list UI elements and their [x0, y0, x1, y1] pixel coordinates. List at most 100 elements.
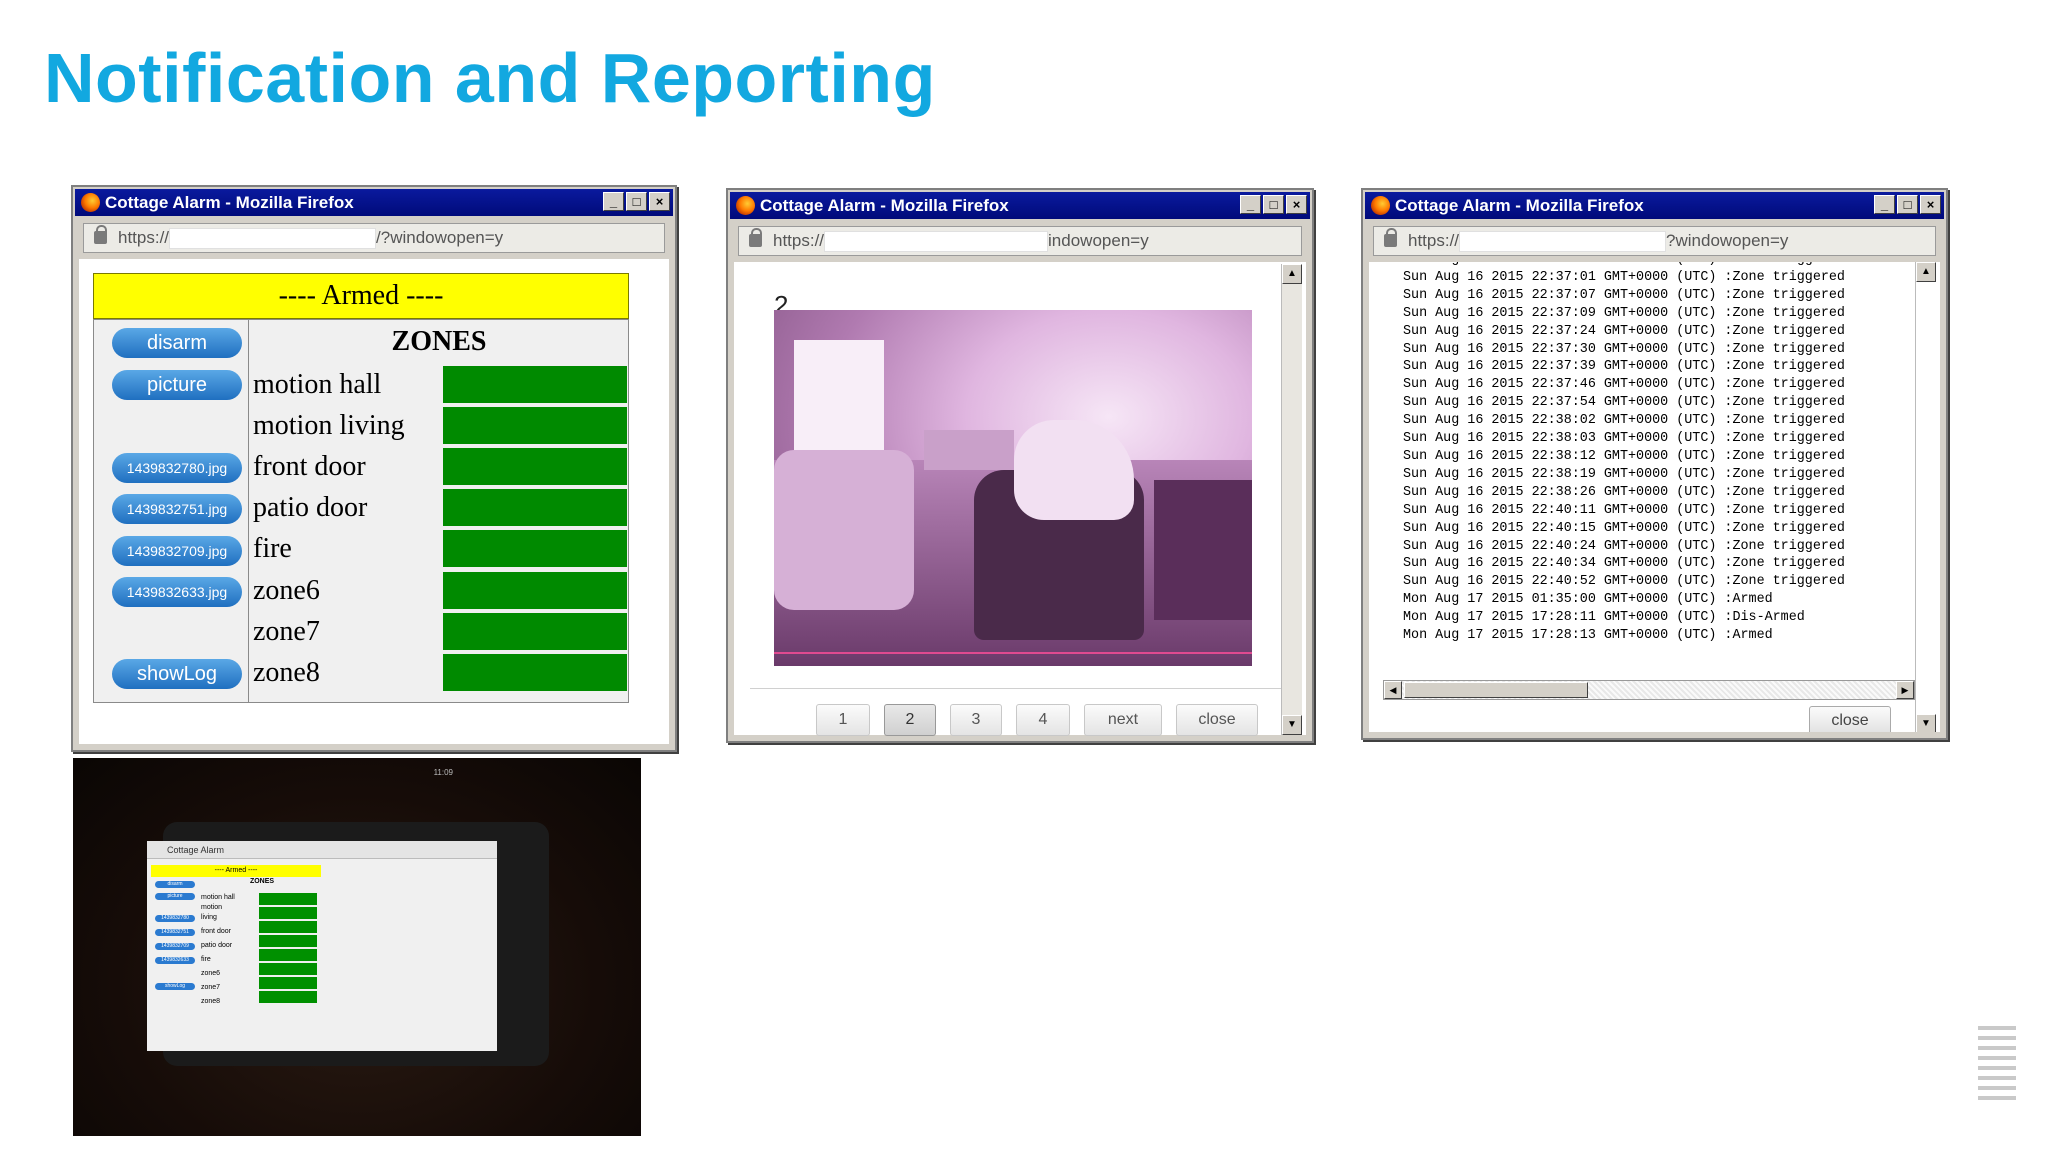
- log-line: Sun Aug 16 2015 22:38:12 GMT+0000 (UTC) …: [1403, 448, 1845, 464]
- mobile-zone-indicator: [259, 949, 317, 961]
- mobile-button[interactable]: picture: [155, 893, 195, 900]
- mobile-button[interactable]: showLog: [155, 983, 195, 990]
- zone-row: motion living: [249, 405, 629, 446]
- vertical-scrollbar[interactable]: ▲ ▼: [1915, 262, 1936, 732]
- firefox-icon: [1371, 196, 1390, 215]
- log-line: Sun Aug 16 2015 22:37:09 GMT+0000 (UTC) …: [1403, 305, 1845, 321]
- zone-status-indicator: [443, 366, 627, 403]
- close-window-button[interactable]: ×: [649, 192, 670, 211]
- log-line: Sun Aug 16 2015 22:37:24 GMT+0000 (UTC) …: [1403, 323, 1845, 339]
- image-link-button[interactable]: 1439832709.jpg: [112, 536, 242, 566]
- window-title: Cottage Alarm - Mozilla Firefox: [760, 196, 1009, 215]
- scroll-down-button[interactable]: ▼: [1282, 715, 1302, 735]
- window-titlebar[interactable]: Cottage Alarm - Mozilla Firefox _ □ ×: [75, 189, 673, 216]
- showlog-button[interactable]: showLog: [112, 659, 242, 689]
- mobile-button[interactable]: 1439832780: [155, 915, 195, 922]
- zone-row: zone6: [249, 570, 629, 611]
- image-link-button[interactable]: 1439832780.jpg: [112, 453, 242, 483]
- next-button[interactable]: next: [1084, 704, 1162, 736]
- log-line: Sun Aug 16 2015 22:38:03 GMT+0000 (UTC) …: [1403, 431, 1845, 447]
- log-line: Sun Aug 16 2015 22:38:19 GMT+0000 (UTC) …: [1403, 466, 1845, 482]
- mobile-zones-header: ZONES: [249, 878, 275, 885]
- log-line: Sun Aug 16 2015 22:38:02 GMT+0000 (UTC) …: [1403, 413, 1845, 429]
- scroll-up-button[interactable]: ▲: [1916, 262, 1936, 282]
- mobile-zone-indicator: [259, 935, 317, 947]
- scroll-up-button[interactable]: ▲: [1282, 264, 1302, 284]
- lock-icon: [94, 225, 107, 244]
- minimize-button[interactable]: _: [1240, 195, 1261, 214]
- log-line: Sun Aug 16 2015 22:37:01 GMT+0000 (UTC) …: [1403, 269, 1845, 285]
- slide-title: Notification and Reporting: [44, 39, 936, 117]
- log-line: Sun Aug 16 2015 22:40:34 GMT+0000 (UTC) …: [1403, 556, 1845, 572]
- page-button[interactable]: 3: [950, 704, 1002, 736]
- maximize-button[interactable]: □: [626, 192, 647, 211]
- window-titlebar[interactable]: Cottage Alarm - Mozilla Firefox _ □ ×: [1365, 192, 1944, 219]
- url-bar[interactable]: https:// indowopen=y: [738, 226, 1302, 256]
- mobile-zone-label: living: [201, 914, 217, 921]
- url-redacted: [824, 231, 1049, 253]
- mobile-zone-indicator: [259, 893, 317, 905]
- log-line: Mon Aug 17 2015 17:28:13 GMT+0000 (UTC) …: [1403, 628, 1773, 644]
- mobile-button[interactable]: 1439832633: [155, 957, 195, 964]
- log-line: Sun Aug 16 2015 22:37:07 GMT+0000 (UTC) …: [1403, 287, 1845, 303]
- mobile-zone-label: zone7: [201, 984, 221, 991]
- mobile-zone-indicator: [259, 907, 317, 919]
- mobile-button[interactable]: 1439832751: [155, 929, 195, 936]
- mobile-zone-label: patio door: [201, 942, 233, 949]
- image-link-button[interactable]: 1439832751.jpg: [112, 494, 242, 524]
- image-link-button[interactable]: 1439832633.jpg: [112, 577, 242, 607]
- zone-row: zone8: [249, 652, 629, 693]
- page-content: Sun Aug 16 2015 22:36:47 GMT+0000 (UTC) …: [1369, 262, 1940, 732]
- url-bar[interactable]: https:// /?windowopen=y: [83, 223, 665, 253]
- vertical-scrollbar[interactable]: ▲ ▼: [1281, 264, 1302, 735]
- mobile-device-photo: 11:09 Cottage Alarm ---- Armed ---- ZONE…: [73, 758, 641, 1136]
- page-button[interactable]: 1: [816, 704, 870, 736]
- mobile-zone-label: zone6: [201, 970, 221, 977]
- minimize-button[interactable]: _: [603, 192, 624, 211]
- page-content: ---- Armed ---- disarm picture 143983278…: [79, 259, 669, 744]
- log-line: Sun Aug 16 2015 22:37:54 GMT+0000 (UTC) …: [1403, 395, 1845, 411]
- mobile-button[interactable]: disarm: [155, 881, 195, 888]
- close-button[interactable]: close: [1809, 706, 1891, 732]
- mobile-zone-label: zone8: [201, 998, 221, 1005]
- scroll-down-button[interactable]: ▼: [1916, 714, 1936, 732]
- log-line: Sun Aug 16 2015 22:37:46 GMT+0000 (UTC) …: [1403, 377, 1845, 393]
- firefox-icon: [81, 193, 100, 212]
- page-button[interactable]: 4: [1016, 704, 1070, 736]
- scroll-left-button[interactable]: ◀: [1384, 681, 1402, 699]
- zone-row: fire: [249, 528, 629, 569]
- maximize-button[interactable]: □: [1263, 195, 1284, 214]
- close-window-button[interactable]: ×: [1920, 195, 1941, 214]
- page-button-active[interactable]: 2: [884, 704, 936, 736]
- mobile-tab[interactable]: Cottage Alarm: [147, 841, 497, 859]
- log-line: Sun Aug 16 2015 22:40:52 GMT+0000 (UTC) …: [1403, 574, 1845, 590]
- mobile-status-bar: 11:09: [129, 768, 509, 780]
- log-line: Sun Aug 16 2015 22:38:26 GMT+0000 (UTC) …: [1403, 484, 1845, 500]
- log-line: Sun Aug 16 2015 22:40:24 GMT+0000 (UTC) …: [1403, 538, 1845, 554]
- mobile-status-time: 11:09: [433, 768, 453, 777]
- close-window-button[interactable]: ×: [1286, 195, 1307, 214]
- picture-button[interactable]: picture: [112, 370, 242, 400]
- close-button[interactable]: close: [1176, 704, 1258, 736]
- zone-row: front door: [249, 446, 629, 487]
- mobile-armed-banner: ---- Armed ----: [151, 865, 321, 877]
- scrollbar-thumb[interactable]: [1404, 682, 1588, 698]
- zone-status-indicator: [443, 448, 627, 485]
- zone-row: patio door: [249, 487, 629, 528]
- zone-status-indicator: [443, 407, 627, 444]
- window-title: Cottage Alarm - Mozilla Firefox: [105, 193, 354, 212]
- mobile-tab-title: Cottage Alarm: [167, 845, 225, 855]
- maximize-button[interactable]: □: [1897, 195, 1918, 214]
- mobile-zone-label: fire: [201, 956, 211, 963]
- mobile-button[interactable]: 1439832709: [155, 943, 195, 950]
- url-bar[interactable]: https:// ?windowopen=y: [1373, 226, 1936, 256]
- scroll-right-button[interactable]: ▶: [1896, 681, 1914, 699]
- minimize-button[interactable]: _: [1874, 195, 1895, 214]
- zone-label: zone8: [253, 657, 320, 688]
- zones-header: ZONES: [391, 326, 487, 357]
- window-titlebar[interactable]: Cottage Alarm - Mozilla Firefox _ □ ×: [730, 192, 1310, 219]
- disarm-button[interactable]: disarm: [112, 328, 242, 358]
- zone-label: fire: [253, 533, 292, 564]
- horizontal-scrollbar[interactable]: ◀ ▶: [1383, 680, 1915, 700]
- zone-label: zone7: [253, 616, 320, 647]
